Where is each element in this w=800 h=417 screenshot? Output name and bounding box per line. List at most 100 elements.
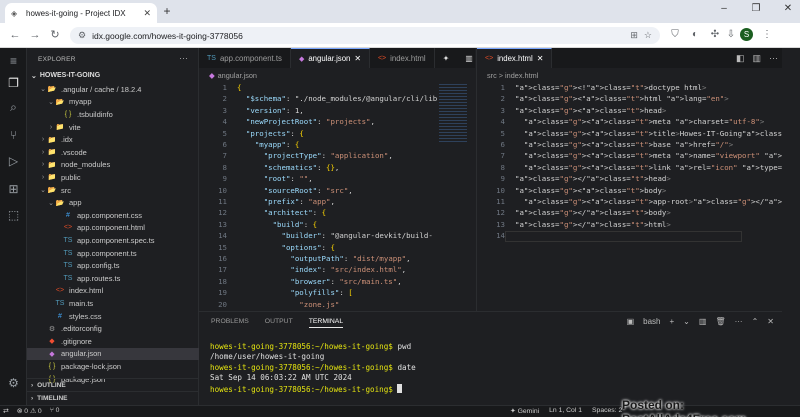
maximize-panel-icon[interactable]: ⌃ [752, 317, 759, 326]
more-actions-icon[interactable]: ··· [179, 53, 188, 63]
problems-indicator[interactable]: ⊗ 0 ⚠ 0 [17, 407, 42, 415]
close-tab-icon[interactable]: ✕ [143, 8, 151, 19]
tab-angular-json[interactable]: ◆ angular.json ✕ [290, 48, 370, 68]
cursor-position[interactable]: Ln 1, Col 1 [549, 407, 582, 415]
project-root[interactable]: ⌄ HOWES-IT-GOING [27, 69, 199, 82]
code-line: "a">class="g"><"a">class="t">link "a">re… [523, 162, 782, 172]
close-tab-icon[interactable]: ✕ [354, 54, 361, 63]
source-control-icon[interactable]: ⑂ [6, 128, 21, 143]
timeline-section[interactable]: › TIMELINE [27, 391, 199, 404]
new-tab-button[interactable]: + [160, 4, 174, 18]
tree-item[interactable]: TS app.component.spec.ts [27, 234, 199, 247]
trash-icon[interactable]: 🗑 [715, 317, 725, 326]
idx-panel-icon[interactable]: ⬚ [6, 208, 21, 223]
settings-gear-icon[interactable]: ⚙ [6, 376, 21, 391]
search-icon[interactable]: ⌕ [6, 100, 21, 115]
tab-index-html[interactable]: <> index.html ✕ [477, 48, 553, 68]
install-app-icon[interactable]: ⊞ [630, 30, 638, 41]
code-line: "myapp": { [254, 140, 300, 149]
tree-item[interactable]: › 📁 .vscode [27, 146, 199, 159]
extension-shield-icon[interactable]: ⛉ [668, 28, 682, 42]
tree-item[interactable]: <> app.component.html [27, 222, 199, 235]
bookmark-star-icon[interactable]: ☆ [644, 30, 652, 41]
tree-item[interactable]: › 📁 node_modules [27, 159, 199, 172]
extensions-puzzle-icon[interactable]: ✣ [708, 28, 722, 42]
tree-item[interactable]: › 📁 public [27, 171, 199, 184]
close-window-icon[interactable]: ✕ [782, 3, 794, 14]
tree-item[interactable]: TS main.ts [27, 297, 199, 310]
tree-item[interactable]: TS app.component.ts [27, 247, 199, 260]
browser-tab-bar: ◈ howes-it-going - Project IDX ✕ + – ❐ ✕ [0, 0, 800, 23]
chrome-menu-icon[interactable]: ⋮ [760, 28, 774, 42]
site-info-icon[interactable]: ⚙ [78, 30, 86, 41]
close-panel-icon[interactable]: ✕ [767, 317, 774, 326]
code-line: "newProjectRoot": "projects", [245, 117, 375, 127]
dark-mode-icon[interactable]: ◐ [688, 28, 702, 42]
tree-item[interactable]: ◆ angular.json [27, 347, 199, 361]
minimap[interactable] [439, 84, 467, 144]
line-number: 20 [218, 299, 227, 309]
tree-item[interactable]: TS app.config.ts [27, 259, 199, 272]
terminal-line: /home/user/howes-it-going [210, 352, 325, 362]
terminal-icon: ▣ [626, 317, 635, 326]
tree-item[interactable]: TS app.routes.ts [27, 272, 199, 285]
tab-terminal[interactable]: TERMINAL [308, 318, 344, 328]
chevron-right-icon: › [41, 161, 45, 169]
more-actions-icon[interactable]: ··· [769, 53, 778, 64]
close-tab-icon[interactable]: ✕ [537, 54, 544, 63]
code-editor-angular-json[interactable]: 1 {2 "$schema": "./node_modules/@angular/… [199, 81, 475, 311]
back-icon[interactable]: ← [8, 28, 22, 42]
code-editor-index-html[interactable]: 1 "a">class="g"><!"a">class="t">doctype h… [477, 81, 782, 311]
forward-icon[interactable]: → [28, 28, 42, 42]
gemini-label: Gemini [517, 408, 540, 415]
tree-item[interactable]: # app.component.css [27, 209, 199, 222]
tab-problems[interactable]: PROBLEMS [211, 318, 249, 328]
tree-item[interactable]: { } .tsbuildinfo [27, 108, 199, 121]
tab-output[interactable]: OUTPUT [265, 318, 293, 328]
browser-tab[interactable]: ◈ howes-it-going - Project IDX ✕ [5, 3, 157, 23]
tree-item[interactable]: ⌄ 📂 app [27, 196, 199, 209]
outline-section[interactable]: › OUTLINE [27, 378, 199, 391]
downloads-icon[interactable]: ⇩ [724, 28, 738, 42]
preview-icon[interactable]: ◧ [736, 53, 745, 64]
address-bar[interactable]: ⚙ idx.google.com/howes-it-going-3778056 … [70, 27, 660, 44]
tree-item[interactable]: { } package-lock.json [27, 360, 199, 373]
remote-indicator-icon[interactable]: ⇄ [3, 407, 9, 415]
tree-item[interactable]: ⌄ 📂 src [27, 184, 199, 197]
tab-index-html[interactable]: <> index.html [370, 48, 435, 68]
tree-item[interactable]: › 📁 vite [27, 121, 199, 134]
ports-indicator[interactable]: ⑂ 0 [50, 407, 60, 415]
gemini-status[interactable]: ✦ Gemini [510, 407, 539, 415]
run-debug-icon[interactable]: ▷ [6, 154, 21, 169]
split-editor-icon[interactable]: ▥ [752, 53, 761, 64]
split-terminal-icon[interactable]: ▥ [699, 317, 707, 326]
line-number: 1 [222, 83, 227, 92]
chevron-down-icon[interactable]: ⌄ [683, 317, 690, 326]
tree-item-label: app.routes.ts [77, 273, 121, 283]
reload-icon[interactable]: ↻ [48, 28, 62, 42]
tree-item[interactable]: ◆ .gitignore [27, 335, 199, 348]
breadcrumb-file[interactable]: angular.json [218, 71, 257, 80]
tree-item[interactable]: ⚙ .editorconfig [27, 322, 199, 335]
new-terminal-icon[interactable]: + [670, 317, 675, 326]
tree-item[interactable]: # styles.css [27, 310, 199, 323]
profile-avatar[interactable]: S [740, 28, 753, 41]
menu-icon[interactable]: ≡ [6, 54, 21, 69]
tree-item[interactable]: ⌄ 📂 myapp [27, 96, 199, 109]
tab-label: index.html [497, 54, 533, 63]
gemini-sparkle-icon[interactable]: ✦ [435, 48, 458, 68]
indentation-setting[interactable]: Spaces: 2 [592, 407, 622, 415]
minimize-window-icon[interactable]: – [718, 3, 730, 14]
terminal-shell-label[interactable]: bash [643, 317, 660, 326]
extensions-icon[interactable]: ⊞ [6, 182, 21, 197]
tree-item[interactable]: › 📁 .idx [27, 133, 199, 146]
folder-open-icon: 📂 [47, 86, 57, 94]
more-actions-icon[interactable]: ··· [735, 317, 743, 326]
tree-item[interactable]: <> index.html [27, 285, 199, 298]
explorer-files-icon[interactable]: ❐ [6, 76, 21, 91]
project-name: HOWES-IT-GOING [39, 72, 101, 79]
tree-item[interactable]: ⌄ 📂 .angular / cache / 18.2.4 [27, 83, 199, 96]
tab-app-component-ts[interactable]: TS app.component.ts [199, 48, 291, 68]
restore-window-icon[interactable]: ❐ [750, 3, 762, 14]
breadcrumb-path[interactable]: src > index.html [487, 71, 538, 80]
